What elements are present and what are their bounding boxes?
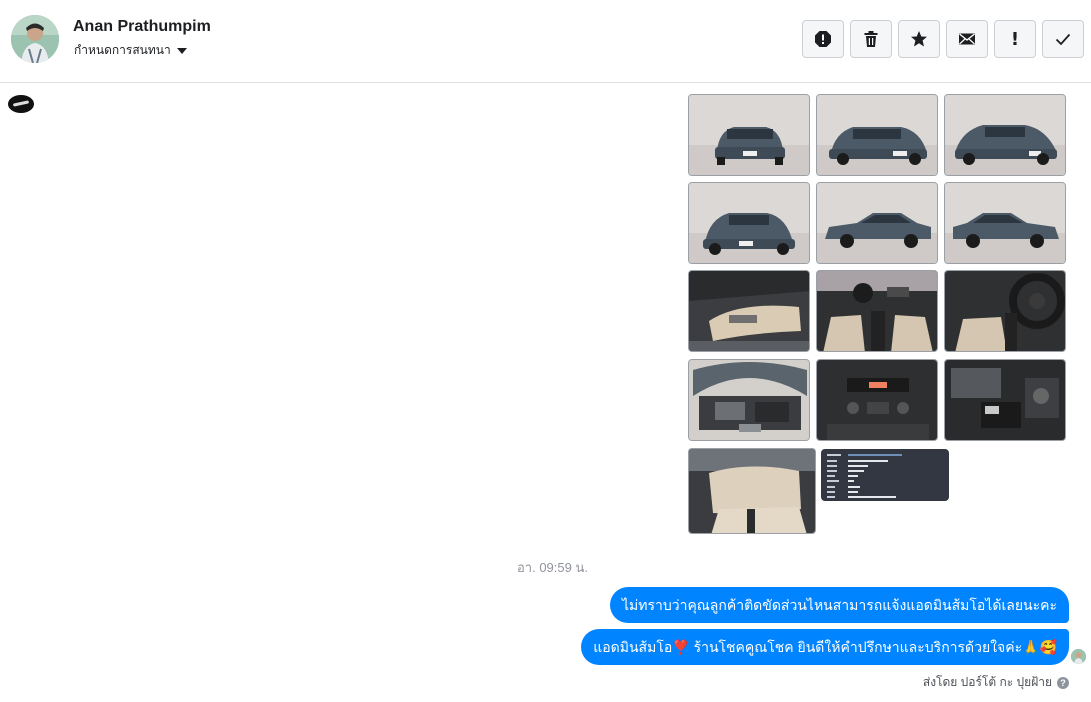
- message-timestamp: อา. 09:59 น.: [517, 560, 588, 575]
- delete-button[interactable]: [850, 20, 892, 58]
- exclamation-icon: !: [1010, 28, 1020, 50]
- star-icon: [911, 31, 927, 47]
- car-photo-rear-seat[interactable]: [688, 448, 816, 534]
- help-icon[interactable]: ?: [1057, 676, 1069, 689]
- car-photo-rear[interactable]: [688, 182, 810, 264]
- mark-unread-button[interactable]: [946, 20, 988, 58]
- car-photo-steering[interactable]: [944, 270, 1066, 352]
- car-photo-rear-angle[interactable]: [944, 94, 1066, 176]
- trash-icon: [864, 31, 878, 47]
- alert-circle-icon: [815, 31, 831, 47]
- car-photo-engine[interactable]: [688, 359, 810, 441]
- car-photo-front-angle[interactable]: [816, 94, 938, 176]
- car-photo-console[interactable]: [816, 359, 938, 441]
- mark-done-button[interactable]: [1042, 20, 1084, 58]
- mark-spam-button[interactable]: [802, 20, 844, 58]
- star-button[interactable]: [898, 20, 940, 58]
- car-photo-door-panel[interactable]: [688, 270, 810, 352]
- check-icon: [1055, 33, 1071, 46]
- vehicle-info-card[interactable]: [821, 449, 949, 501]
- sent-by-text: ส่งโดย ปอร์โต้ กะ ปุยฝ้าย: [922, 675, 1052, 689]
- envelope-icon: [959, 33, 975, 45]
- car-photo-side-left[interactable]: [816, 182, 938, 264]
- seen-avatar: [1071, 649, 1086, 664]
- assign-conversation-dropdown[interactable]: กำหนดการสนทนา: [74, 41, 187, 60]
- message-bubble[interactable]: ไม่ทราบว่าคุณลูกค้าติดขัดส่วนไหนสามารถแจ…: [609, 587, 1069, 623]
- follow-up-button[interactable]: !: [994, 20, 1036, 58]
- caret-down-icon: [176, 48, 187, 54]
- car-photo-dashboard[interactable]: [816, 270, 938, 352]
- car-photo-front[interactable]: [688, 94, 810, 176]
- conversation-header: Anan Prathumpim กำหนดการสนทนา !: [0, 0, 1091, 83]
- sent-by-label: ส่งโดย ปอร์โต้ กะ ปุยฝ้าย ?: [923, 673, 1069, 692]
- assign-conversation-label: กำหนดการสนทนา: [74, 43, 171, 57]
- car-photo-engine-bay[interactable]: [944, 359, 1066, 441]
- car-photo-side-right[interactable]: [944, 182, 1066, 264]
- message-bubble[interactable]: แอดมินส้มโอ❣️ ร้านโชคคูณโชค ยินดีให้คำปร…: [581, 629, 1069, 665]
- conversation-actions: !: [802, 20, 1084, 58]
- contact-avatar[interactable]: [11, 15, 59, 63]
- page-avatar: [8, 95, 34, 113]
- contact-name[interactable]: Anan Prathumpim: [73, 18, 211, 36]
